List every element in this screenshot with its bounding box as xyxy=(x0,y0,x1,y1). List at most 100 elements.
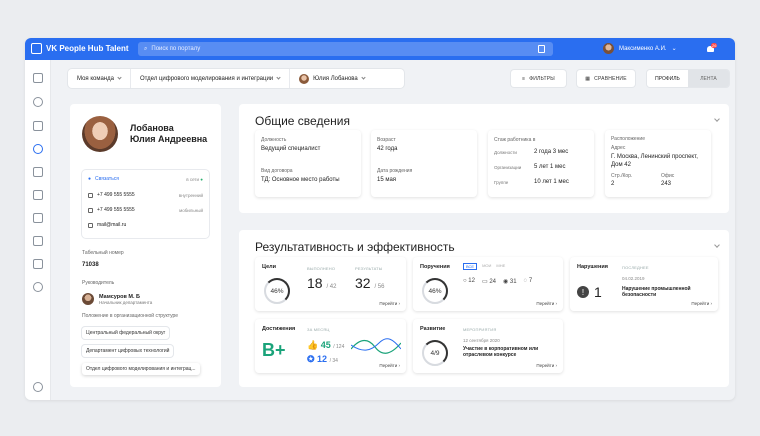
likes-value: 45 xyxy=(320,340,331,350)
events-label: МЕРОПРИЯТИЯ xyxy=(463,327,497,332)
goals-ring: 46% xyxy=(264,278,290,304)
star-icon[interactable] xyxy=(33,259,43,269)
goals-title: Цели xyxy=(262,264,277,270)
goals-done-total: / 42 xyxy=(326,284,337,290)
awards-total: / 34 xyxy=(329,358,338,364)
team-icon[interactable] xyxy=(33,144,43,154)
org-chip-2[interactable]: Департамент цифровых технологий xyxy=(82,345,173,357)
education-icon[interactable] xyxy=(33,236,43,246)
age-box: Возраст 42 года Дата рождения 15 мая xyxy=(371,130,477,197)
bell-icon[interactable]: 26 xyxy=(706,43,718,53)
achievements-go-label: Перейти xyxy=(379,363,398,368)
tab-number-label: Табельный номер xyxy=(82,250,124,256)
development-widget[interactable]: Развитие МЕРОПРИЯТИЯ 4/9 12 сентября 202… xyxy=(413,319,563,373)
phone-internal[interactable]: +7 499 555 5555 xyxy=(97,192,135,198)
app-title: VK People Hub Talent xyxy=(46,44,129,53)
chevron-down-icon[interactable] xyxy=(714,242,720,248)
filters-button[interactable]: ≡ ФИЛЬТРЫ xyxy=(511,70,566,87)
gear-icon[interactable] xyxy=(33,382,43,392)
keyboard-icon[interactable] xyxy=(538,45,545,53)
user-menu[interactable]: Максименко А.И. ⌄ xyxy=(603,43,677,54)
age-label: Возраст xyxy=(377,137,396,143)
logo-icon xyxy=(31,43,42,54)
contact-link[interactable]: Связаться xyxy=(95,176,119,182)
tab-profile[interactable]: ПРОФИЛЬ xyxy=(647,70,688,87)
mobile-icon xyxy=(88,207,93,213)
performance-card: Результативность и эффективность Цели 46… xyxy=(239,230,729,387)
search-input[interactable]: ⌕ Поиск по порталу xyxy=(138,42,553,56)
profile-name: Лобанова Юлия Андреевна xyxy=(130,123,207,145)
view-toggle: ПРОФИЛЬ ЛЕНТА xyxy=(647,70,729,87)
violations-go-link[interactable]: Перейти › xyxy=(691,301,712,306)
tasks-tab-tome[interactable]: МНЕ xyxy=(496,263,505,270)
avatar xyxy=(603,43,614,54)
support-icon[interactable] xyxy=(33,282,43,292)
org-chip-3[interactable]: Отдел цифрового моделирования и интегрaц… xyxy=(82,363,200,375)
violations-title: Нарушения xyxy=(577,264,608,270)
achievements-go-link[interactable]: Перейти › xyxy=(379,363,400,368)
achievements-grade: B+ xyxy=(262,340,286,360)
achievements-widget[interactable]: Достижения ЗА МЕСЯЦ B+ 👍 45 / 124 ✪ 12 /… xyxy=(255,319,406,373)
email[interactable]: mail@mail.ru xyxy=(97,222,126,228)
department-select[interactable]: Отдел цифрового моделирования и интеграц… xyxy=(131,69,291,88)
phone-mobile[interactable]: +7 499 555 5555 xyxy=(97,207,135,213)
employee-select[interactable]: Юлия Лобанова xyxy=(290,69,374,88)
awards: ✪ 12 / 34 xyxy=(307,354,338,364)
badge-icon[interactable] xyxy=(33,213,43,223)
warning-icon: ! xyxy=(577,286,589,298)
likes: 👍 45 / 124 xyxy=(307,340,345,350)
team-select[interactable]: Моя команда xyxy=(68,69,131,88)
tasks-widget[interactable]: Поручения ВСЕ МОИ МНЕ 46% ○ 12 ▭ 24 ◉ 31… xyxy=(413,257,563,311)
tasks-count-4-value: 7 xyxy=(528,278,533,284)
violation-date: 04.02.2019 xyxy=(622,276,645,281)
violations-widget[interactable]: Нарушения ПОСЛЕДНЕЕ ! 1 04.02.2019 Наруше… xyxy=(570,257,718,311)
contract-value: ТД: Основное место работы xyxy=(261,177,340,183)
development-title: Развитие xyxy=(420,326,446,332)
box-icon[interactable] xyxy=(33,167,43,177)
goals-done: 18 / 42 xyxy=(307,275,336,291)
event-date: 12 сентября 2020 xyxy=(463,338,500,343)
likes-total: / 124 xyxy=(333,344,345,350)
violations-last-label: ПОСЛЕДНЕЕ xyxy=(622,265,649,270)
violations-count-value: 1 xyxy=(594,284,602,300)
org-chip-1[interactable]: Центральный федеральный округ xyxy=(82,327,169,339)
goals-widget[interactable]: Цели 46% ВЫПОЛНЕНО 18 / 42 РЕЗУЛЬТАТЫ 32… xyxy=(255,257,406,311)
chevron-down-icon[interactable] xyxy=(714,116,720,122)
tasks-go-link[interactable]: Перейти › xyxy=(536,301,557,306)
target-icon[interactable] xyxy=(33,97,43,107)
violations-go-label: Перейти xyxy=(691,301,710,306)
address-value: Г. Москва, Ленинский проспект, Дом 42 xyxy=(611,154,698,168)
tasks-count-3-value: 31 xyxy=(509,279,517,285)
tasks-tab-mine[interactable]: МОИ xyxy=(482,263,491,270)
goals-results-total: / 56 xyxy=(374,284,385,290)
tasks-go-label: Перейти xyxy=(536,301,555,306)
tasks-count-1: ○ 12 xyxy=(463,278,475,284)
goals-go-link[interactable]: Перейти › xyxy=(379,301,400,306)
achievements-period: ЗА МЕСЯЦ xyxy=(307,327,330,332)
compare-button[interactable]: ▦ СРАВНЕНИЕ xyxy=(577,70,635,87)
exp-value-2: 5 лет 1 мес xyxy=(534,164,566,170)
development-go-link[interactable]: Перейти › xyxy=(536,363,557,368)
awards-value: 12 xyxy=(317,354,328,364)
violations-count: ! 1 xyxy=(577,284,602,300)
tab-feed[interactable]: ЛЕНТА xyxy=(688,70,729,87)
lightning-icon[interactable] xyxy=(33,121,43,131)
tasks-counts: ○ 12 ▭ 24 ◉ 31 ◌ 7 xyxy=(463,278,532,285)
goals-results-value: 32 xyxy=(355,275,371,291)
compare-icon: ▦ xyxy=(585,75,591,82)
exp-key-2: Организации xyxy=(494,165,522,170)
floor-label: Стр./Кор. xyxy=(611,173,633,179)
office-value: 243 xyxy=(661,181,672,187)
office-label: Офис xyxy=(661,173,675,179)
manager[interactable]: Мамсуров М. Б Начальник департамента xyxy=(82,293,152,305)
dashboard-icon[interactable] xyxy=(33,73,43,83)
tab-number: 71038 xyxy=(82,262,99,268)
left-rail xyxy=(25,60,51,400)
contacts-block: ● Связаться в сети ● +7 499 555 5555 внутре… xyxy=(82,170,209,238)
goals-results-label: РЕЗУЛЬТАТЫ xyxy=(355,266,383,271)
chart-icon[interactable] xyxy=(33,190,43,200)
tasks-tab-all[interactable]: ВСЕ xyxy=(463,263,478,270)
brand[interactable]: VK People Hub Talent xyxy=(31,43,129,54)
development-go-label: Перейти xyxy=(536,363,555,368)
user-name: Максименко А.И. xyxy=(619,45,667,52)
